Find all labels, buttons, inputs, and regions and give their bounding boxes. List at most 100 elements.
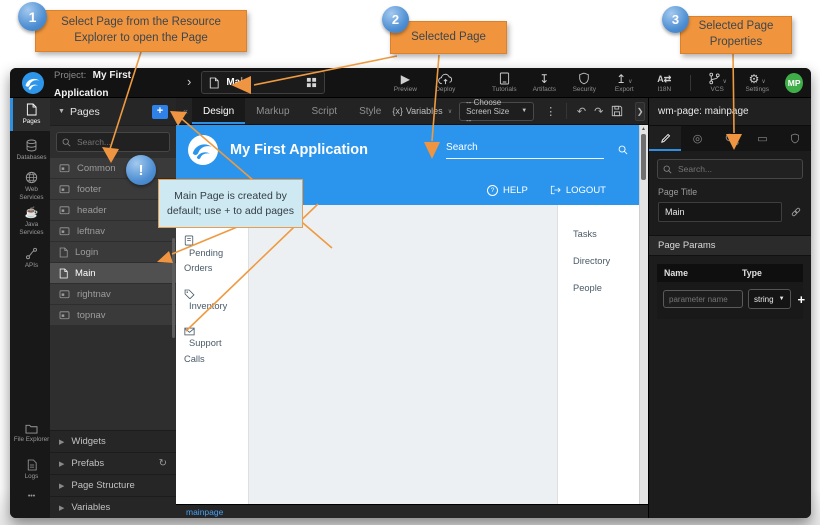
- variables-button[interactable]: {x} Variables ∨: [392, 106, 452, 116]
- page-item-common[interactable]: Common: [50, 158, 176, 178]
- param-name-input[interactable]: [663, 290, 743, 308]
- help-link[interactable]: ? HELP: [487, 185, 528, 196]
- scroll-up-icon[interactable]: ▲: [641, 126, 646, 132]
- screen-size-select[interactable]: -- Choose Screen Size -- ▼: [459, 102, 534, 121]
- canvas-statusbar: mainpage: [176, 504, 648, 518]
- page-title-input[interactable]: [658, 202, 782, 222]
- canvas-right-nav: Tasks Directory People: [557, 205, 640, 505]
- pages-panel-header[interactable]: ▼ Pages +: [50, 98, 176, 126]
- rail-label: Databases: [16, 154, 46, 162]
- tab-markup[interactable]: Markup: [245, 98, 300, 124]
- page-params-header[interactable]: Page Params: [649, 235, 811, 256]
- page-item-login[interactable]: Login: [50, 242, 176, 262]
- deploy-button[interactable]: Deploy: [432, 72, 458, 93]
- nav-people[interactable]: People: [573, 283, 640, 293]
- tab-design[interactable]: Design: [192, 98, 245, 124]
- page-icon: [59, 247, 68, 258]
- refresh-icon[interactable]: ↻: [159, 458, 167, 469]
- page-item-main[interactable]: Main: [50, 263, 176, 283]
- screenshot-stage: Project: My First Application › Main ▶ P…: [0, 0, 820, 525]
- step-3-badge: 3: [662, 6, 689, 33]
- section-variables[interactable]: ▶ Variables: [50, 496, 176, 518]
- security-button[interactable]: Security: [571, 72, 597, 93]
- rail-item-pages[interactable]: Pages: [10, 98, 50, 131]
- search-icon[interactable]: [618, 145, 628, 155]
- partial-icon: [59, 185, 70, 194]
- search-settings-tab[interactable]: ⚙: [714, 126, 746, 151]
- canvas-left-nav: Pending Orders Inventory Support Calls: [176, 205, 249, 505]
- open-page-tab[interactable]: Main: [201, 71, 325, 94]
- rail-item-java-services[interactable]: ☕ Java Services: [10, 206, 50, 239]
- nav-directory[interactable]: Directory: [573, 256, 640, 266]
- rail-item-file-explorer[interactable]: File Explorer: [10, 417, 50, 450]
- pages-icon: [26, 103, 37, 116]
- tutorials-button[interactable]: Tutorials: [491, 72, 517, 93]
- canvas-app-header[interactable]: My First Application Search: [176, 125, 640, 175]
- logout-link[interactable]: LOGOUT: [550, 185, 606, 196]
- section-label: Page Structure: [71, 480, 134, 491]
- expand-properties-button[interactable]: ❯: [635, 102, 645, 121]
- rail-item-databases[interactable]: Databases: [10, 134, 50, 167]
- user-avatar[interactable]: MP: [785, 73, 803, 93]
- app-search-input[interactable]: Search: [446, 142, 604, 159]
- more-options-icon[interactable]: ⋮: [541, 105, 560, 118]
- styles-tab[interactable]: ◎: [681, 126, 713, 151]
- page-item-rightnav[interactable]: rightnav: [50, 284, 176, 304]
- grid-icon[interactable]: [306, 77, 317, 88]
- pages-search-input[interactable]: [75, 136, 164, 148]
- pages-scrollbar[interactable]: [172, 238, 175, 338]
- page-icon: [59, 268, 68, 279]
- collapse-left-icon[interactable]: «: [179, 106, 192, 116]
- properties-search-input[interactable]: [676, 163, 797, 175]
- section-page-structure[interactable]: ▶ Page Structure: [50, 474, 176, 496]
- main-page-callout: Main Page is created by default; use + t…: [158, 179, 303, 228]
- i18n-button[interactable]: A⇄ I18N: [651, 72, 677, 93]
- canvas-content-area[interactable]: [249, 205, 557, 505]
- redo-button[interactable]: ↷: [590, 105, 607, 118]
- rail-item-web-services[interactable]: Web Services: [10, 170, 50, 203]
- device-tab[interactable]: ▭: [746, 126, 778, 151]
- save-button[interactable]: [607, 105, 627, 117]
- export-button[interactable]: ↥∨ Export: [611, 72, 637, 93]
- document-icon: [184, 235, 244, 246]
- caret-down-icon: ▼: [779, 296, 785, 302]
- link-icon[interactable]: [790, 206, 802, 218]
- canvas-scrollbar[interactable]: ▲: [639, 125, 648, 505]
- page-item-topnav[interactable]: topnav: [50, 305, 176, 325]
- param-type-select[interactable]: string ▼: [748, 289, 791, 309]
- rail-item-logs[interactable]: Logs: [10, 453, 50, 486]
- rail-more-button[interactable]: •••: [10, 489, 50, 503]
- artifacts-button[interactable]: ↧ Artifacts: [531, 72, 557, 93]
- run-actions: ▶ Preview Deploy Tutorials: [385, 72, 524, 93]
- section-prefabs[interactable]: ▶ Prefabs ↻: [50, 452, 176, 474]
- security-tab[interactable]: [779, 126, 811, 151]
- section-widgets[interactable]: ▶ Widgets: [50, 430, 176, 452]
- globe-icon: [25, 171, 38, 184]
- tab-script[interactable]: Script: [301, 98, 349, 124]
- properties-tab[interactable]: [649, 126, 681, 151]
- rail-item-apis[interactable]: APIs: [10, 242, 50, 275]
- nav-pending-orders[interactable]: Pending Orders: [176, 235, 244, 276]
- nav-inventory[interactable]: Inventory: [176, 289, 244, 314]
- project-label: Project:: [54, 70, 86, 81]
- vcs-button[interactable]: ∨ VCS: [704, 72, 730, 93]
- tab-style[interactable]: Style: [348, 98, 392, 124]
- add-param-button[interactable]: +: [798, 292, 806, 307]
- scrollbar-thumb[interactable]: [641, 134, 646, 180]
- nav-support-calls[interactable]: Support Calls: [176, 327, 244, 366]
- nav-tasks[interactable]: Tasks: [573, 229, 640, 239]
- preview-button[interactable]: ▶ Preview: [392, 72, 418, 93]
- app-logo-icon[interactable]: [188, 135, 218, 165]
- undo-button[interactable]: ↶: [573, 105, 590, 118]
- wavemaker-logo-icon[interactable]: [22, 72, 44, 94]
- properties-search[interactable]: [657, 159, 803, 179]
- app-title[interactable]: My First Application: [230, 142, 368, 158]
- add-page-button[interactable]: +: [152, 105, 168, 119]
- panel-sections: ▶ Widgets ▶ Prefabs ↻ ▶ Page Structure ▶…: [50, 430, 176, 518]
- artifacts-label: Artifacts: [533, 86, 556, 93]
- database-icon: [25, 139, 38, 152]
- statusbar-page-tab[interactable]: mainpage: [186, 507, 223, 517]
- editor-center: « Design Markup Script Style {x} Variabl…: [176, 98, 648, 518]
- settings-button[interactable]: ⚙∨ Settings: [744, 72, 770, 93]
- pages-search[interactable]: [56, 132, 170, 152]
